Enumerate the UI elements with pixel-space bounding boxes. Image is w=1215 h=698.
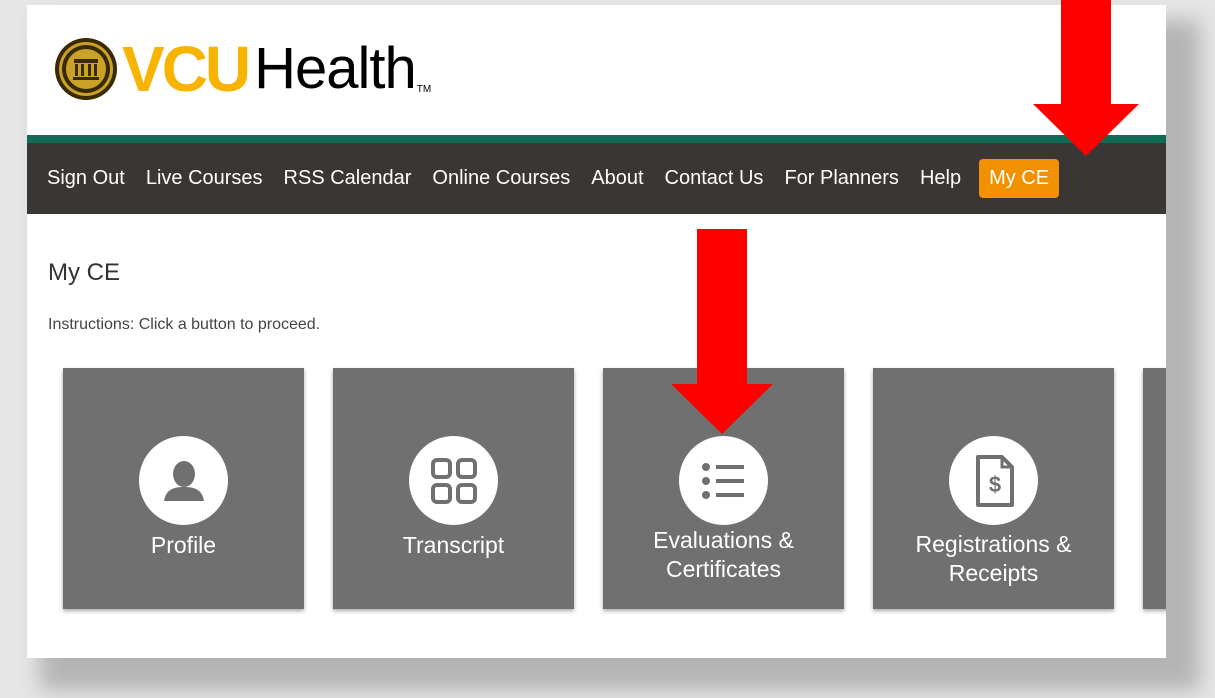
evaluations-label-line1: Evaluations & (653, 527, 794, 553)
nav-online-courses[interactable]: Online Courses (432, 167, 570, 190)
nav-about[interactable]: About (591, 167, 643, 190)
nav-help[interactable]: Help (920, 167, 961, 190)
evaluations-label-line2: Certificates (665, 556, 782, 582)
profile-tile-button[interactable]: Profile (63, 368, 304, 609)
nav-live-courses[interactable]: Live Courses (146, 167, 263, 190)
logo-trademark: TM (416, 84, 432, 95)
evaluations-icon-circle (679, 436, 768, 525)
registrations-label-line2: Receipts (948, 560, 1039, 586)
vcu-health-logo[interactable]: VCU Health TM (54, 37, 431, 101)
page: VCU Health TM Sign Out Live Courses RSS … (27, 5, 1166, 658)
red-arrow-evaluations-annotation (671, 229, 773, 434)
page-title: My CE (48, 259, 120, 286)
registrations-label-line1: Registrations & (915, 531, 1072, 557)
logo-vcu-text: VCU (122, 33, 251, 105)
nav-my-ce[interactable]: My CE (979, 159, 1060, 198)
red-arrow-my-ce-annotation (1033, 0, 1139, 156)
logo-health-text: Health (254, 36, 417, 101)
nav-sign-out[interactable]: Sign Out (47, 167, 125, 190)
nav-for-planners[interactable]: For Planners (784, 167, 899, 190)
svg-text:$: $ (988, 472, 1000, 497)
profile-icon-circle (139, 436, 228, 525)
person-icon (163, 460, 204, 501)
instructions-text: Instructions: Click a button to proceed. (48, 316, 321, 333)
transcript-tile-button[interactable]: Transcript (333, 368, 574, 609)
nav-contact-us[interactable]: Contact Us (665, 167, 764, 190)
profile-label: Profile (150, 532, 217, 558)
nav-rss-calendar[interactable]: RSS Calendar (284, 167, 412, 190)
main-nav: Sign Out Live Courses RSS Calendar Onlin… (27, 143, 1166, 214)
receipt-dollar-icon: $ (975, 454, 1014, 507)
header-accent-bar (27, 135, 1166, 143)
grid-icon (430, 457, 477, 504)
transcript-icon-circle (409, 436, 498, 525)
registrations-icon-circle: $ (949, 436, 1038, 525)
site-header: VCU Health TM (27, 5, 1166, 135)
transcript-label: Transcript (402, 532, 505, 558)
list-icon (701, 462, 744, 499)
registrations-receipts-tile-button[interactable]: $ Registrations & Receipts (873, 368, 1114, 609)
partial-tile-button[interactable] (1143, 368, 1166, 609)
university-seal-icon (55, 38, 117, 100)
